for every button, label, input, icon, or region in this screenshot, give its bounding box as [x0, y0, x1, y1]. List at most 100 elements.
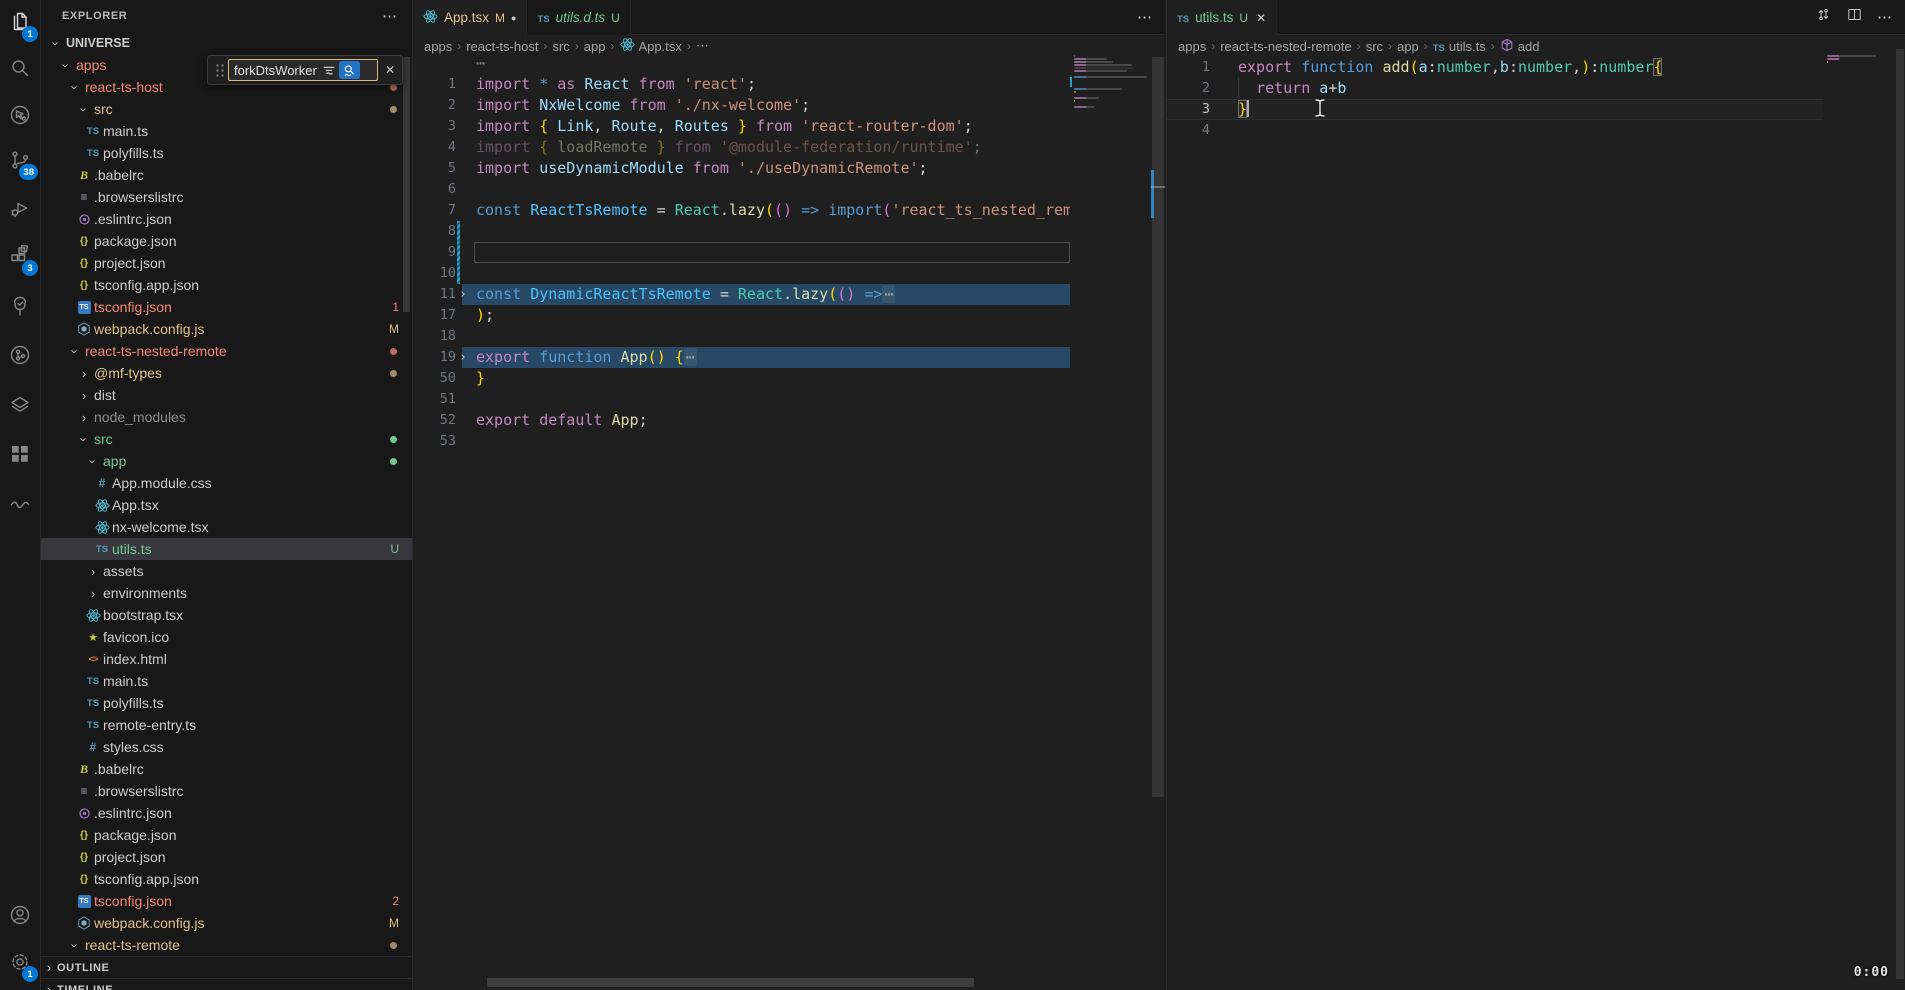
sidebar-scrollbar[interactable] — [403, 57, 410, 312]
tree-item-main.ts[interactable]: TSmain.ts — [41, 120, 412, 142]
explorer-activity-icon[interactable]: 1 — [0, 0, 40, 44]
outline-section-header[interactable]: › OUTLINE — [41, 956, 412, 978]
breadcrumb-item[interactable]: src — [552, 39, 569, 54]
tree-item-src[interactable]: ›src — [41, 98, 412, 120]
code-line: 9 — [413, 242, 1165, 263]
tree-item-badge: M — [389, 916, 399, 930]
tree-find-input[interactable] — [229, 63, 321, 78]
code-area[interactable]: ⋯1import * as React from 'react';2import… — [413, 53, 1165, 452]
circle-cursor-activity-icon[interactable] — [0, 93, 40, 137]
minimap[interactable] — [1823, 53, 1893, 353]
search-activity-icon[interactable] — [0, 46, 40, 90]
tree-item-src[interactable]: ›src — [41, 428, 412, 450]
tree-item-label: polyfills.ts — [103, 695, 164, 711]
tree-item-package.json[interactable]: {}package.json — [41, 230, 412, 252]
breadcrumb-item[interactable]: apps — [1178, 39, 1206, 54]
horizontal-scrollbar[interactable] — [487, 978, 974, 987]
tab-close-icon[interactable]: ✕ — [1256, 11, 1266, 25]
tree-item-utils.ts[interactable]: TSutils.tsU — [41, 538, 412, 560]
json-icon: {} — [80, 851, 88, 863]
tree-item-main.ts[interactable]: TSmain.ts — [41, 670, 412, 692]
fuzzy-match-toggle[interactable] — [339, 61, 360, 79]
tree-item-project.json[interactable]: {}project.json — [41, 846, 412, 868]
tree-item-bootstrap.tsx[interactable]: bootstrap.tsx — [41, 604, 412, 626]
split-editor-icon[interactable] — [1846, 6, 1863, 28]
tree-item-.eslintrc.json[interactable]: .eslintrc.json — [41, 802, 412, 824]
tree-item-label: remote-entry.ts — [103, 717, 196, 733]
breadcrumb-item[interactable]: react-ts-nested-remote — [1220, 39, 1352, 54]
tree-item-App.tsx[interactable]: App.tsx — [41, 494, 412, 516]
circle-branch-activity-icon[interactable] — [0, 333, 40, 377]
tree-activity-icon[interactable] — [0, 284, 40, 328]
breadcrumb-item[interactable]: ⋯ — [696, 38, 709, 54]
tree-item-react-ts-nested-remote[interactable]: ›react-ts-nested-remote — [41, 340, 412, 362]
tree-item-tsconfig.json[interactable]: TStsconfig.json1 — [41, 296, 412, 318]
editor-more-actions-button[interactable]: ⋯ — [1877, 8, 1893, 26]
tree-item-webpack.config.js[interactable]: webpack.config.jsM — [41, 912, 412, 934]
breadcrumb-item[interactable]: app — [584, 39, 606, 54]
tree-item-.babelrc[interactable]: B.babelrc — [41, 164, 412, 186]
source-control-activity-icon[interactable]: 38 — [0, 138, 40, 182]
tree-item-app[interactable]: ›app — [41, 450, 412, 472]
tree-item-App.module.css[interactable]: #App.module.css — [41, 472, 412, 494]
tree-item-styles.css[interactable]: #styles.css — [41, 736, 412, 758]
tab-utils.d.ts[interactable]: TSutils.d.tsU — [527, 0, 630, 35]
tree-item-project.json[interactable]: {}project.json — [41, 252, 412, 274]
run-debug-activity-icon[interactable] — [0, 186, 40, 230]
fold-chevron-icon[interactable]: › — [459, 284, 467, 305]
filter-icon[interactable] — [321, 62, 337, 78]
settings-icon[interactable]: 1 — [0, 940, 40, 984]
code-area[interactable]: 1export function add(a:number,b:number,)… — [1167, 57, 1905, 141]
compare-editor-icon[interactable] — [1815, 6, 1832, 28]
explorer-more-actions-button[interactable]: ⋯ — [382, 7, 398, 25]
tree-item-nx-welcome.tsx[interactable]: nx-welcome.tsx — [41, 516, 412, 538]
tree-item-tsconfig.app.json[interactable]: {}tsconfig.app.json — [41, 274, 412, 296]
tree-item-environments[interactable]: ›environments — [41, 582, 412, 604]
code-text: } — [1238, 99, 1249, 120]
tree-item-tsconfig.app.json[interactable]: {}tsconfig.app.json — [41, 868, 412, 890]
breadcrumb-item[interactable]: react-ts-host — [466, 39, 538, 54]
timeline-section-header[interactable]: › TIMELINE — [41, 978, 412, 990]
layers-activity-icon[interactable] — [0, 383, 40, 427]
find-close-button[interactable]: ✕ — [382, 63, 398, 77]
breadcrumb-item[interactable]: src — [1366, 39, 1383, 54]
minimap[interactable] — [1070, 53, 1151, 353]
tree-item-index.html[interactable]: <>index.html — [41, 648, 412, 670]
breadcrumb-item-label: src — [1366, 39, 1383, 54]
breadcrumb-item[interactable]: app — [1397, 39, 1419, 54]
code-line: 18 — [413, 326, 1165, 347]
tree-item-.browserslistrc[interactable]: ≡.browserslistrc — [41, 186, 412, 208]
grid-activity-icon[interactable] — [0, 432, 40, 476]
tree-item-nodemodules[interactable]: ›node_modules — [41, 406, 412, 428]
tree-item-polyfills.ts[interactable]: TSpolyfills.ts — [41, 142, 412, 164]
tree-item-favicon.ico[interactable]: ★favicon.ico — [41, 626, 412, 648]
tree-item-webpack.config.js[interactable]: webpack.config.jsM — [41, 318, 412, 340]
tree-item-remote-entry.ts[interactable]: TSremote-entry.ts — [41, 714, 412, 736]
account-icon[interactable] — [0, 893, 40, 937]
tree-item-assets[interactable]: ›assets — [41, 560, 412, 582]
breadcrumb-item[interactable]: add — [1500, 38, 1540, 55]
breadcrumb-item[interactable]: TSutils.ts — [1433, 39, 1486, 54]
extensions-activity-icon[interactable]: 3 — [0, 234, 40, 278]
tree-item-polyfills.ts[interactable]: TSpolyfills.ts — [41, 692, 412, 714]
tree-item-.browserslistrc[interactable]: ≡.browserslistrc — [41, 780, 412, 802]
squiggle-activity-icon[interactable] — [0, 481, 40, 525]
workspace-root-row[interactable]: › UNIVERSE — [41, 32, 412, 54]
editor-scrollbar[interactable] — [1896, 49, 1904, 979]
editor-more-actions-button[interactable]: ⋯ — [1137, 8, 1153, 26]
find-widget-grip[interactable] — [214, 62, 226, 78]
explorer-sidebar: EXPLORER ⋯ › UNIVERSE ›apps›react-ts-hos… — [41, 0, 412, 990]
tree-item-react-ts-remote[interactable]: ›react-ts-remote — [41, 934, 412, 956]
tree-item-.babelrc[interactable]: B.babelrc — [41, 758, 412, 780]
tab-App.tsx[interactable]: App.tsxM● — [413, 0, 527, 35]
tree-item-package.json[interactable]: {}package.json — [41, 824, 412, 846]
editor-scrollbar[interactable] — [1152, 57, 1164, 797]
breadcrumb-item[interactable]: apps — [424, 39, 452, 54]
tree-item-.eslintrc.json[interactable]: .eslintrc.json — [41, 208, 412, 230]
fold-chevron-icon[interactable]: › — [459, 347, 467, 368]
tree-item-tsconfig.json[interactable]: TStsconfig.json2 — [41, 890, 412, 912]
tree-item-@mf-types[interactable]: ›@mf-types — [41, 362, 412, 384]
tree-item-dist[interactable]: ›dist — [41, 384, 412, 406]
line-number: 2 — [413, 95, 456, 116]
tab-utils.ts[interactable]: TSutils.tsU✕ — [1167, 0, 1277, 35]
